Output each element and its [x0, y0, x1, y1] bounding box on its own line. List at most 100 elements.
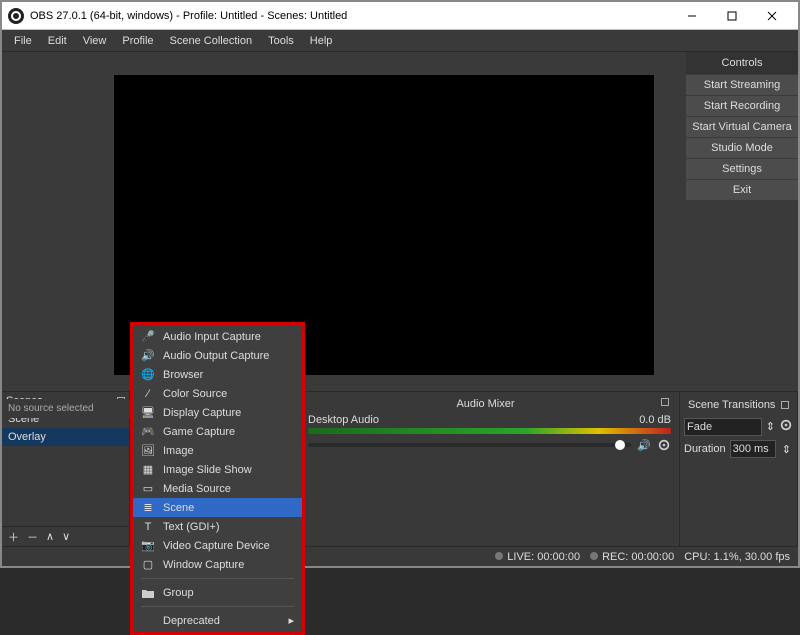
menu-scene-collection[interactable]: Scene Collection	[162, 33, 261, 49]
menu-tools[interactable]: Tools	[260, 33, 302, 49]
menu-help[interactable]: Help	[302, 33, 341, 49]
start-recording-button[interactable]: Start Recording	[686, 96, 798, 116]
maximize-button[interactable]	[712, 3, 752, 29]
context-menu-separator	[141, 578, 294, 579]
context-menu-item-label: Image	[163, 445, 194, 457]
slides-icon: ▦	[141, 463, 155, 476]
audio-mixer-header: Audio Mixer	[308, 396, 671, 412]
no-source-label: No source selected	[2, 399, 130, 418]
duration-input[interactable]: 300 ms	[730, 440, 776, 458]
transitions-header: Scene Transitions	[684, 396, 793, 414]
titlebar: OBS 27.0.1 (64-bit, windows) - Profile: …	[2, 2, 798, 30]
status-live: LIVE: 00:00:00	[495, 551, 580, 563]
brush-icon: ⁄	[141, 388, 155, 400]
video-icon: ▭	[141, 482, 155, 495]
audio-mixer-panel: Audio Mixer Desktop Audio 0.0 dB 🔊	[300, 392, 680, 546]
speaker-icon: 🔊	[141, 349, 155, 362]
context-menu-item[interactable]: ▢ Window Capture	[133, 555, 302, 574]
close-button[interactable]	[752, 3, 792, 29]
context-menu-item[interactable]: 🎮 Game Capture	[133, 422, 302, 441]
add-scene-button[interactable]: ＋	[8, 529, 19, 545]
transition-updown-icon[interactable]: ⇕	[764, 418, 777, 436]
context-menu-item-label: Scene	[163, 502, 194, 514]
close-icon	[767, 11, 777, 21]
context-menu-item[interactable]: 🌐 Browser	[133, 365, 302, 384]
context-menu-item-label: Browser	[163, 369, 203, 381]
menu-edit[interactable]: Edit	[40, 33, 75, 49]
add-source-context-menu: 🎤 Audio Input Capture 🔊 Audio Output Captur…	[130, 322, 305, 635]
mixer-track-label: Desktop Audio 0.0 dB	[308, 412, 671, 428]
context-menu-item-label: Display Capture	[163, 407, 241, 419]
list-icon: ≣	[141, 501, 155, 514]
controls-panel: Controls Start Streaming Start Recording…	[686, 52, 798, 391]
gamepad-icon: 🎮	[141, 425, 155, 438]
remove-scene-button[interactable]: －	[27, 529, 38, 545]
menu-file[interactable]: File	[6, 33, 40, 49]
monitor-icon: 🖥	[141, 406, 155, 419]
volume-slider[interactable]	[308, 443, 631, 447]
chevron-right-icon: ▸	[288, 614, 294, 627]
audio-meter	[308, 428, 671, 434]
context-menu-item[interactable]: 🖥 Display Capture	[133, 403, 302, 422]
context-menu-item[interactable]: 🖼 Image	[133, 441, 302, 460]
context-menu-item-label: Video Capture Device	[163, 540, 270, 552]
scene-up-button[interactable]: ∧	[46, 530, 54, 543]
globe-icon: 🌐	[141, 368, 155, 381]
text-icon: T	[141, 521, 155, 533]
settings-button[interactable]: Settings	[686, 159, 798, 179]
controls-header: Controls	[686, 52, 798, 74]
scene-down-button[interactable]: ∨	[62, 530, 70, 543]
studio-mode-button[interactable]: Studio Mode	[686, 138, 798, 158]
dock-popout-icon[interactable]	[781, 401, 789, 409]
duration-stepper[interactable]: ⇕	[780, 441, 793, 458]
speaker-icon[interactable]: 🔊	[637, 439, 651, 452]
context-menu-item[interactable]: 📷 Video Capture Device	[133, 536, 302, 555]
transition-settings-icon[interactable]	[779, 418, 793, 436]
mixer-settings-icon[interactable]	[657, 438, 671, 452]
menubar: File Edit View Profile Scene Collection …	[2, 30, 798, 52]
duration-label: Duration	[684, 443, 726, 455]
context-menu-item[interactable]: 🔊 Audio Output Capture	[133, 346, 302, 365]
context-menu-item-label: Window Capture	[163, 559, 244, 571]
folder-icon	[141, 588, 155, 598]
context-menu-item-label: Game Capture	[163, 426, 235, 438]
mic-icon: 🎤	[141, 330, 155, 343]
scene-transitions-panel: Scene Transitions Fade ⇕ Duration 300 ms…	[680, 392, 798, 546]
minimize-button[interactable]	[672, 3, 712, 29]
menu-view[interactable]: View	[75, 33, 115, 49]
context-menu-item[interactable]: 🎤 Audio Input Capture	[133, 327, 302, 346]
window-title: OBS 27.0.1 (64-bit, windows) - Profile: …	[30, 10, 672, 22]
context-menu-item[interactable]: T Text (GDI+)	[133, 517, 302, 536]
context-menu-item-label: Image Slide Show	[163, 464, 252, 476]
context-menu-item-label: Color Source	[163, 388, 227, 400]
context-menu-item[interactable]: ≣ Scene	[133, 498, 302, 517]
context-menu-group[interactable]: Group	[133, 583, 302, 602]
context-menu-item[interactable]: ▦ Image Slide Show	[133, 460, 302, 479]
minimize-icon	[687, 11, 697, 21]
window-icon: ▢	[141, 558, 155, 571]
start-streaming-button[interactable]: Start Streaming	[686, 75, 798, 95]
context-menu-group-label: Group	[163, 587, 194, 599]
context-menu-item-label: Media Source	[163, 483, 231, 495]
app-window: OBS 27.0.1 (64-bit, windows) - Profile: …	[0, 0, 800, 568]
app-icon	[8, 8, 24, 24]
exit-button[interactable]: Exit	[686, 180, 798, 200]
dock-popout-icon[interactable]	[661, 398, 669, 406]
context-menu-item[interactable]: ⁄ Color Source	[133, 384, 302, 403]
menu-profile[interactable]: Profile	[114, 33, 161, 49]
preview-area	[2, 52, 686, 391]
camera-icon: 📷	[141, 539, 155, 552]
image-icon: 🖼	[141, 444, 155, 457]
context-menu-separator	[141, 606, 294, 607]
status-rec: REC: 00:00:00	[590, 551, 674, 563]
context-menu-item-label: Audio Output Capture	[163, 350, 269, 362]
start-virtual-camera-button[interactable]: Start Virtual Camera	[686, 117, 798, 137]
maximize-icon	[727, 11, 737, 21]
status-bar: LIVE: 00:00:00 REC: 00:00:00 CPU: 1.1%, …	[2, 546, 798, 566]
scene-item[interactable]: Overlay	[2, 428, 129, 446]
context-menu-item-label: Text (GDI+)	[163, 521, 220, 533]
context-menu-item-label: Audio Input Capture	[163, 331, 261, 343]
transition-select[interactable]: Fade	[684, 418, 762, 436]
context-menu-deprecated[interactable]: Deprecated ▸	[133, 611, 302, 630]
context-menu-item[interactable]: ▭ Media Source	[133, 479, 302, 498]
